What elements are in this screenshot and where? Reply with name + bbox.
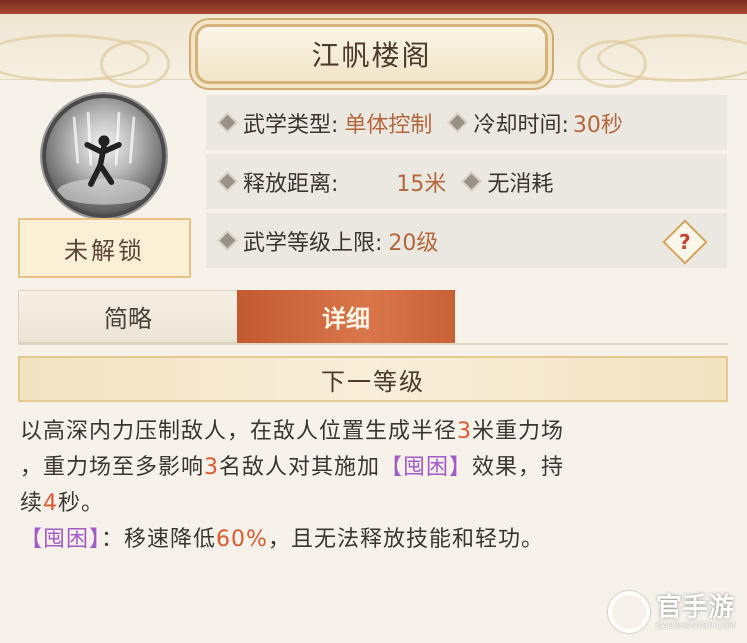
bullet-icon — [450, 114, 466, 131]
tab-brief-label: 简略 — [104, 305, 152, 333]
desc-text: ，重力场至多影响 — [20, 455, 205, 480]
type-label: 武学类型: — [243, 112, 339, 138]
cloud-ornament — [100, 40, 170, 88]
description-line: ，重力场至多影响3名敌人对其施加【囤困】效果，持 — [20, 450, 725, 486]
type-value: 单体控制 — [344, 112, 433, 138]
tab-detail[interactable]: 详细 — [237, 290, 455, 343]
stat-row-level: 武学等级上限: 20级 ? — [206, 213, 727, 268]
level-value: 20级 — [388, 230, 439, 256]
lock-status-badge: 未解锁 — [18, 218, 191, 278]
title-plate: 江帆楼阁 — [195, 24, 548, 84]
desc-number: 3 — [204, 455, 220, 480]
desc-text: ，且无法释放技能和轻功。 — [267, 527, 544, 552]
bullet-icon — [219, 232, 236, 249]
watermark-logo-icon — [607, 591, 650, 633]
desc-text: 以高深内力压制敌人，在敌人位置生成半径 — [20, 419, 458, 444]
description-line: 【囤困】：移速降低60%，且无法释放技能和轻功。 — [20, 522, 725, 558]
stat-row-range: 释放距离: 15米 无消耗 — [206, 154, 727, 209]
cloud-ornament — [577, 40, 647, 88]
desc-text: 续 — [20, 491, 44, 516]
bullet-icon — [219, 114, 236, 131]
skill-description: 以高深内力压制敌人，在敌人位置生成半径3米重力场 ，重力场至多影响3名敌人对其施… — [20, 414, 725, 558]
bullet-icon — [219, 173, 236, 190]
desc-number: 4 — [43, 491, 59, 516]
bullet-icon — [464, 173, 480, 190]
description-line: 续4秒。 — [20, 486, 725, 522]
desc-text: 名敌人对其施加 — [219, 455, 381, 480]
status-tag-link[interactable]: 【囤困】 — [20, 527, 101, 552]
cost-label: 无消耗 — [487, 171, 554, 197]
stat-row-type: 武学类型: 单体控制 冷却时间: 30秒 — [206, 95, 727, 150]
range-label: 释放距离: — [243, 171, 339, 197]
tab-brief[interactable]: 简略 — [18, 290, 238, 343]
top-decor-strip — [0, 0, 747, 14]
section-header: 下一等级 — [18, 356, 728, 402]
cooldown-label: 冷却时间: — [473, 112, 569, 138]
lock-status-label: 未解锁 — [64, 236, 145, 265]
cooldown-value: 30秒 — [572, 112, 623, 138]
watermark-subtext: GAOSHOUYOU.COM — [655, 620, 735, 630]
desc-number: 60% — [216, 527, 268, 552]
description-line: 以高深内力压制敌人，在敌人位置生成半径3米重力场 — [20, 414, 725, 450]
section-title: 下一等级 — [321, 367, 425, 396]
skill-title: 江帆楼阁 — [311, 39, 432, 72]
status-tag-link[interactable]: 【囤困】 — [380, 455, 472, 480]
range-value: 15米 — [396, 171, 447, 197]
question-icon: ? — [679, 229, 691, 254]
desc-text: 秒。 — [58, 491, 105, 516]
help-button[interactable]: ? — [662, 219, 708, 265]
desc-text: 效果，持 — [472, 455, 565, 480]
desc-number: 3 — [457, 419, 473, 444]
watermark: 官手游 GAOSHOUYOU.COM — [607, 591, 735, 633]
watermark-text: 官手游 — [655, 592, 734, 623]
figure-silhouette-icon — [57, 111, 151, 205]
tab-detail-label: 详细 — [322, 305, 370, 333]
desc-text: 米重力场 — [472, 419, 565, 444]
desc-text: ：移速降低 — [101, 527, 217, 552]
tab-divider — [18, 343, 728, 345]
level-label: 武学等级上限: — [243, 230, 383, 256]
skill-icon[interactable] — [42, 94, 166, 218]
